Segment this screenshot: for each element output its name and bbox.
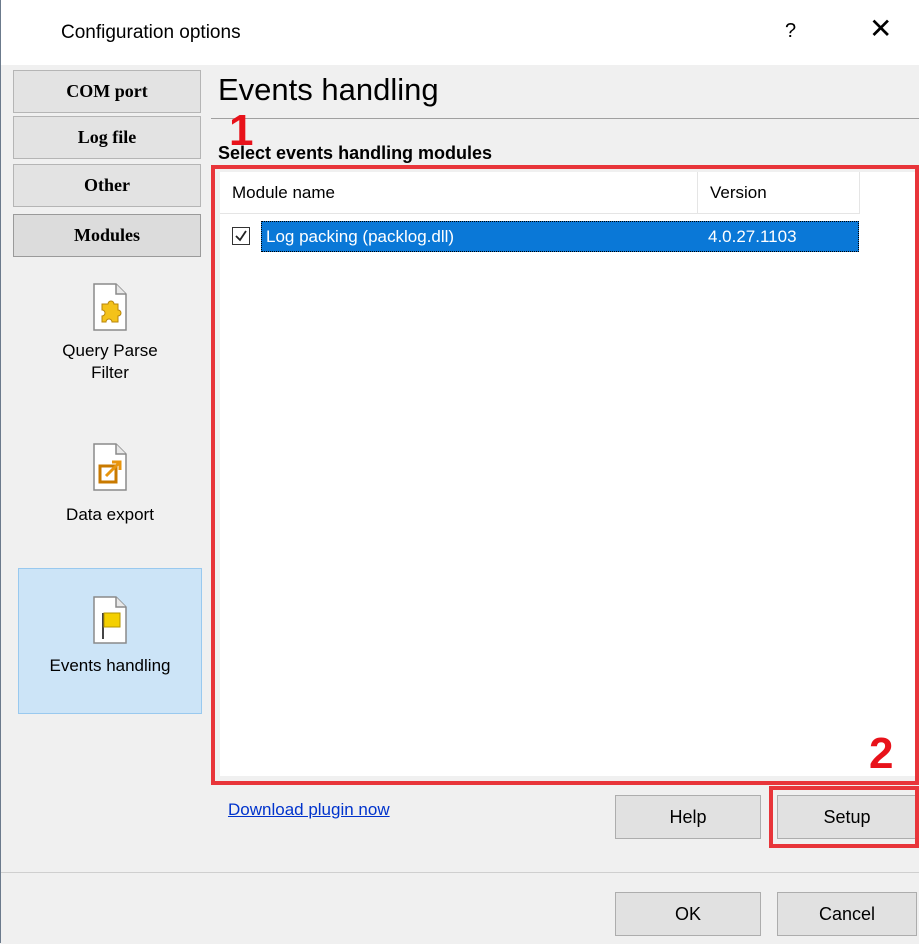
configuration-dialog: Configuration options ? ✕ COM port Log f… xyxy=(0,0,919,943)
flag-icon xyxy=(93,596,127,644)
ok-button[interactable]: OK xyxy=(615,892,761,936)
annotation-marker-1: 1 xyxy=(229,106,254,155)
module-label: Data export xyxy=(66,505,154,524)
puzzle-icon xyxy=(93,283,127,331)
module-label: Filter xyxy=(91,363,129,382)
module-label: Events handling xyxy=(49,656,171,675)
nav-other[interactable]: Other xyxy=(13,164,201,207)
annotation-box-list xyxy=(211,165,919,785)
module-label: Query Parse xyxy=(62,341,158,360)
annotation-box-setup xyxy=(769,786,919,848)
nav-log-file[interactable]: Log file xyxy=(13,116,201,159)
help-button[interactable]: Help xyxy=(615,795,761,839)
help-icon[interactable]: ? xyxy=(785,20,796,43)
title-bar: Configuration options ? ✕ xyxy=(1,0,919,65)
cancel-button[interactable]: Cancel xyxy=(777,892,917,936)
section-label: Select events handling modules xyxy=(218,143,493,163)
export-icon xyxy=(93,443,127,491)
title-divider xyxy=(211,118,919,119)
download-plugin-link[interactable]: Download plugin now xyxy=(228,800,390,820)
page-title: Events handling xyxy=(218,72,439,107)
annotation-marker-2: 2 xyxy=(869,729,894,778)
footer-divider xyxy=(1,872,919,873)
close-icon[interactable]: ✕ xyxy=(869,14,892,44)
nav-modules[interactable]: Modules xyxy=(13,214,201,257)
module-events-handling[interactable]: Events handling xyxy=(18,568,202,714)
module-query-parse-filter[interactable]: Query Parse Filter xyxy=(18,278,202,408)
nav-com-port[interactable]: COM port xyxy=(13,70,201,113)
window-title: Configuration options xyxy=(61,22,241,43)
module-data-export[interactable]: Data export xyxy=(18,440,202,540)
